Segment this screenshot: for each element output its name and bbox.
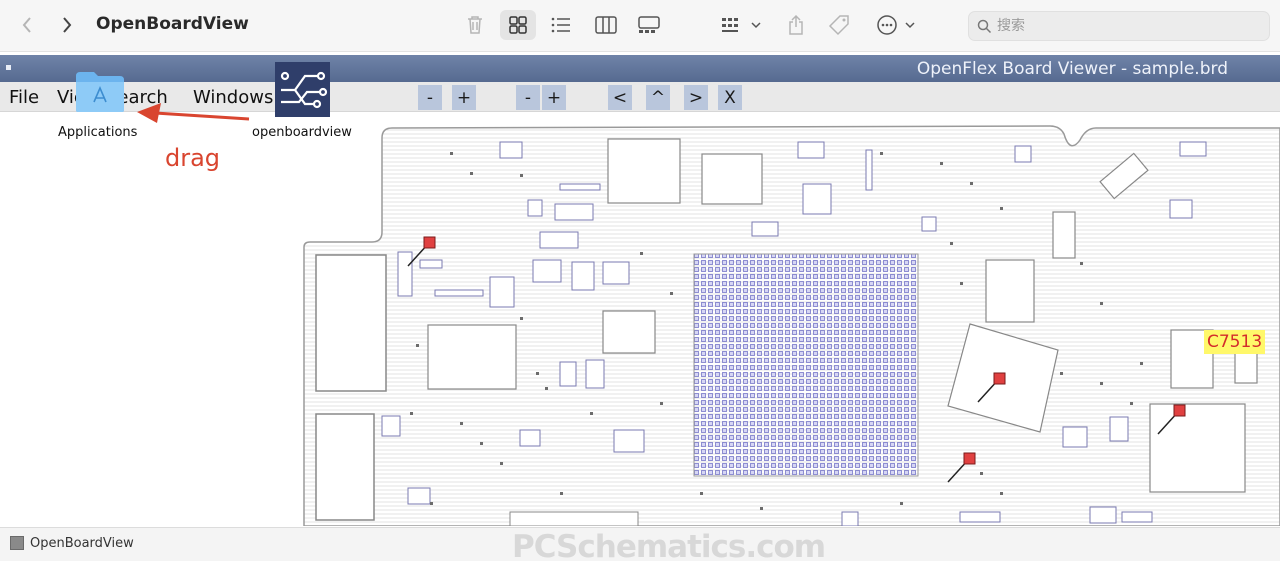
disk-image-icon [10,536,24,550]
component-label[interactable]: C7513 [1204,330,1266,354]
board-canvas[interactable]: C7513 [0,112,1280,526]
forward-button[interactable] [54,12,80,38]
drag-hint: drag [165,144,221,172]
menu-file[interactable]: File [9,87,39,108]
list-view-icon [551,17,570,33]
trash-icon [468,16,482,34]
grid-view-icon [509,16,527,34]
search-input[interactable] [997,16,1257,36]
column-view-button[interactable] [592,10,620,40]
back-button[interactable] [14,12,40,38]
path-item[interactable]: OpenBoardView [30,536,134,551]
viewer-title: OpenFlex Board Viewer - sample.brd [916,59,1228,79]
close-board-button[interactable]: X [718,85,742,110]
share-button[interactable] [783,10,809,40]
watermark: PCSchematics.com [512,529,826,561]
more-icon [877,15,915,35]
gallery-view-button[interactable] [635,10,663,40]
viewer-titlebar: OpenFlex Board Viewer - sample.brd [0,55,1280,82]
share-icon [789,14,803,35]
chevron-right-icon [63,17,72,33]
next-button[interactable]: > [684,85,708,110]
applications-label: Applications [58,125,138,140]
search-icon [977,19,992,34]
tag-button[interactable] [826,10,852,40]
more-actions-button[interactable] [876,10,918,40]
trash-button[interactable] [462,10,488,40]
window-menu-icon[interactable] [6,65,11,70]
tag-icon [828,15,849,36]
flip-button[interactable]: ^ [646,85,670,110]
finder-toolbar: OpenBoardView [0,0,1280,52]
group-button[interactable] [720,10,764,40]
list-view-button[interactable] [547,10,575,40]
icon-view-button[interactable] [500,10,536,40]
zoom-out-button[interactable]: - [418,85,442,110]
column-view-icon [595,16,617,34]
zoom-in-button[interactable]: + [452,85,476,110]
rotate-ccw-button[interactable]: - [516,85,540,110]
openboardview-app-icon[interactable] [275,62,330,117]
group-icon [722,18,761,32]
rotate-cw-button[interactable]: + [542,85,566,110]
previous-button[interactable]: < [608,85,632,110]
applications-folder-icon[interactable] [74,70,126,119]
drag-arrow-icon [137,103,250,123]
openboardview-label: openboardview [252,125,352,140]
pcb-layout [303,125,1280,526]
chevron-left-icon [22,17,31,33]
window-title: OpenBoardView [96,14,249,34]
search-field[interactable] [968,11,1270,41]
gallery-view-icon [638,16,660,33]
bga-chip [693,253,919,477]
